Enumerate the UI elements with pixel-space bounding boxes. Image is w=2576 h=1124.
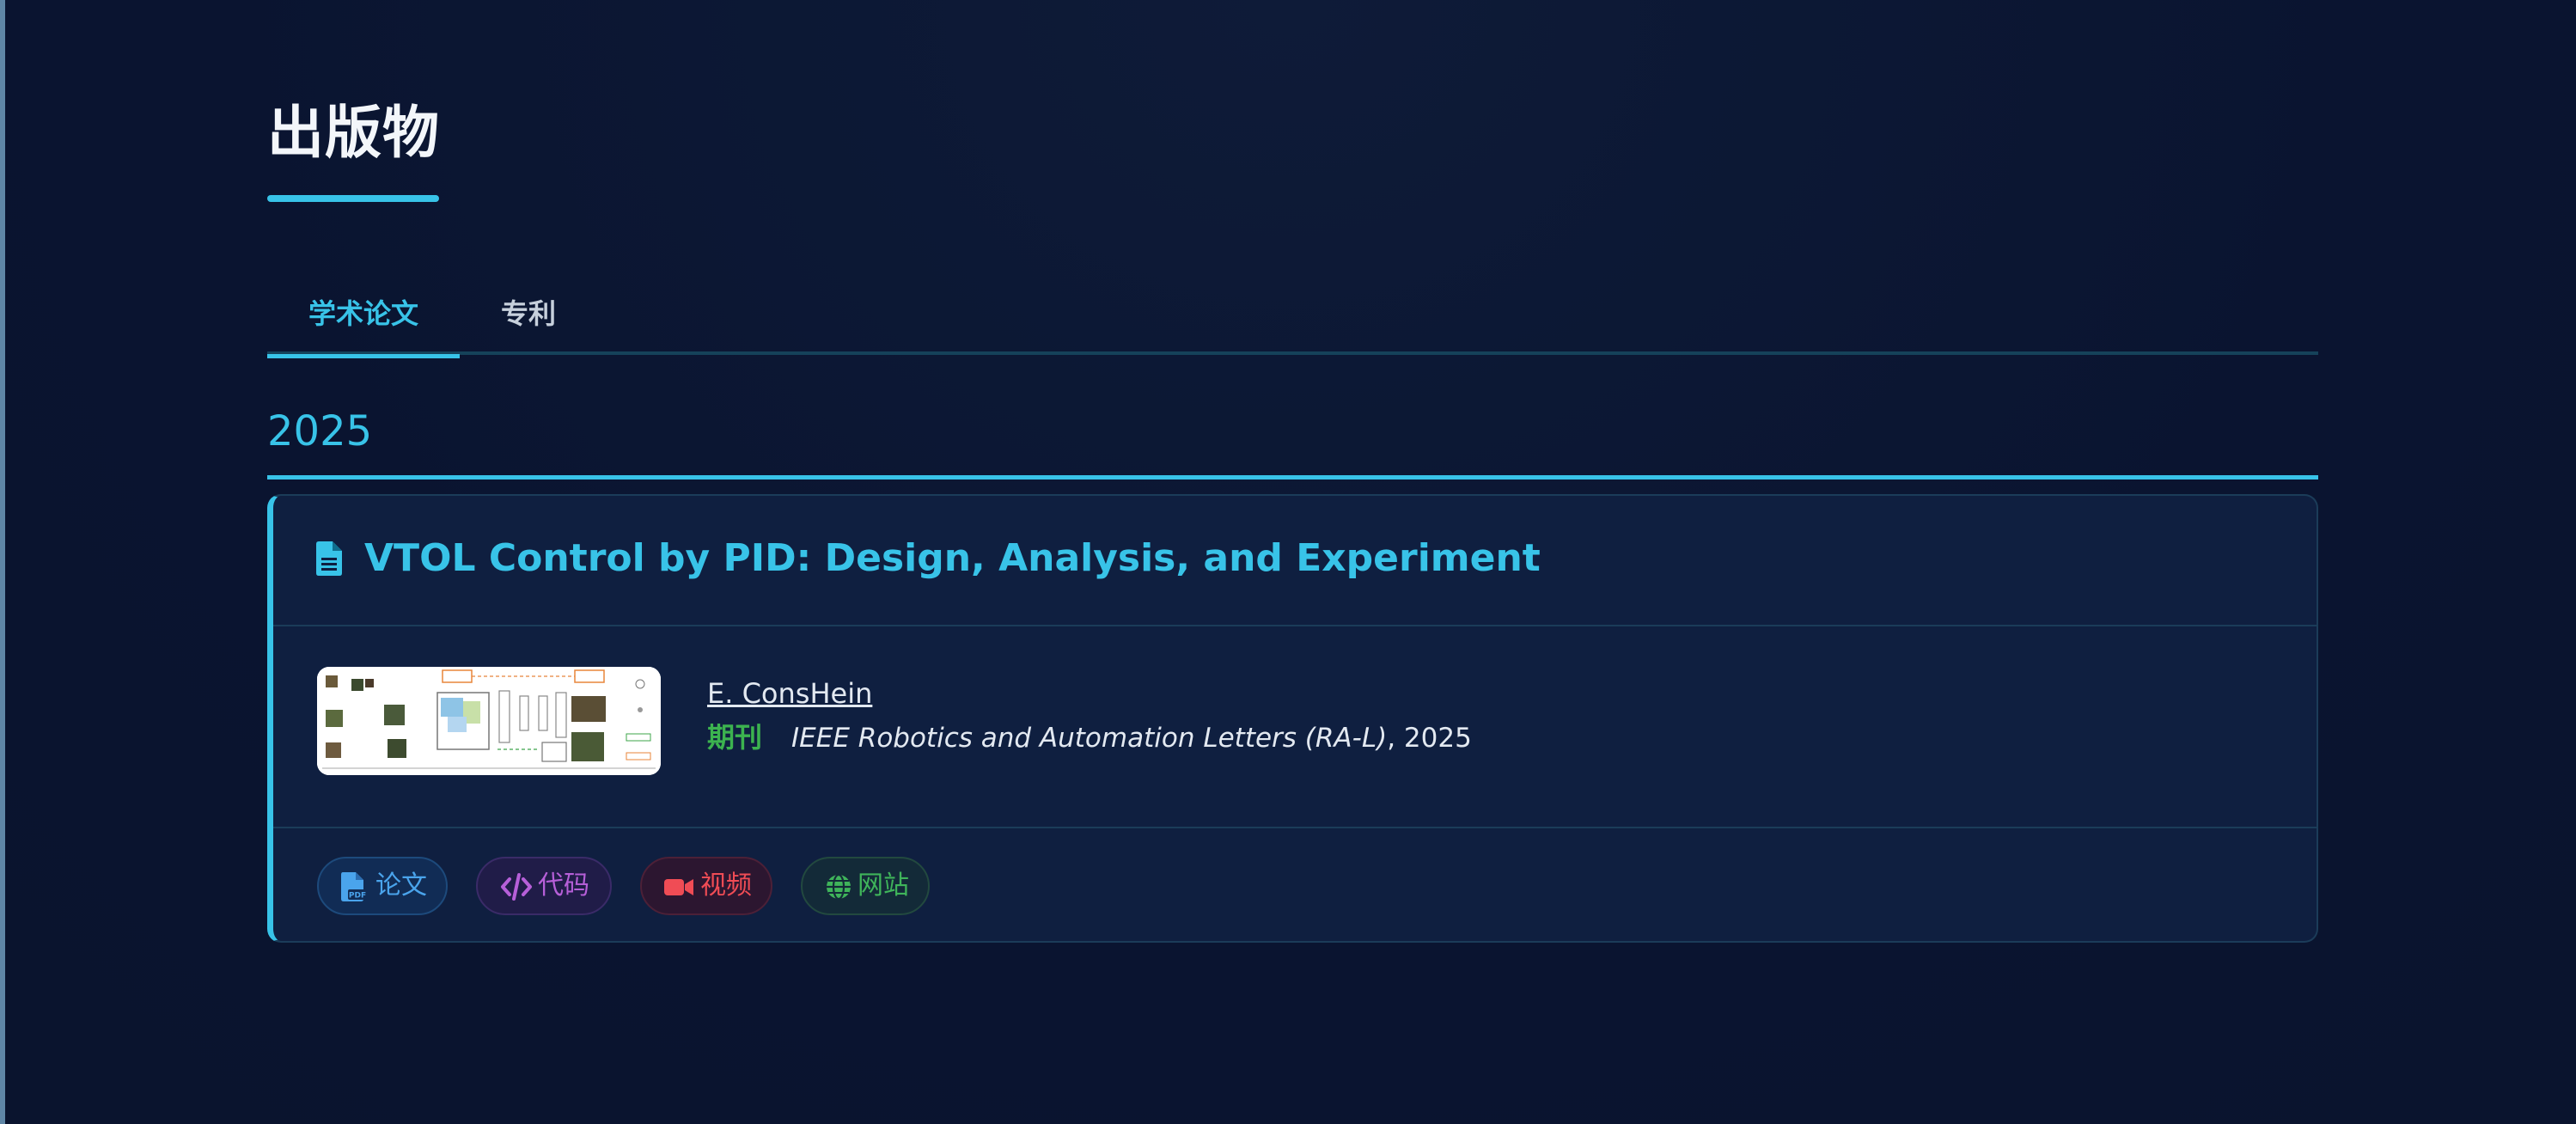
file-pdf-icon: PDF: [341, 872, 367, 901]
method-framework-diagram: [317, 667, 661, 775]
tab-patents[interactable]: 专利: [460, 279, 597, 355]
year-heading: 2025: [267, 407, 373, 455]
video-link-button[interactable]: 视频: [640, 857, 772, 915]
publication-venue-row: 期刊 IEEE Robotics and Automation Letters (…: [707, 718, 1472, 762]
document-icon: [316, 541, 342, 576]
website-link-label: 网站: [858, 870, 909, 901]
page-title: 出版物: [267, 100, 440, 166]
publication-author[interactable]: E. ConsHein: [707, 675, 872, 712]
paper-link-label: 论文: [375, 870, 427, 901]
code-link-button[interactable]: 代码: [476, 857, 612, 915]
publication-card-header: VTOL Control by PID: Design, Analysis, a…: [273, 496, 2317, 626]
globe-icon: [827, 873, 851, 901]
website-link-button[interactable]: 网站: [801, 857, 930, 915]
tab-papers[interactable]: 学术论文: [267, 279, 460, 358]
title-underline: [267, 195, 439, 202]
publication-card-body: E. ConsHein 期刊 IEEE Robotics and Automati…: [273, 626, 2317, 828]
paper-link-button[interactable]: PDF 论文: [317, 857, 448, 915]
code-link-label: 代码: [538, 870, 589, 901]
publication-links: PDF 论文 代码 视频 网站: [273, 828, 2317, 941]
video-link-label: 视频: [700, 870, 752, 901]
svg-text:PDF: PDF: [349, 892, 366, 901]
year-divider: [267, 475, 2318, 480]
publication-tabs: 学术论文 专利: [267, 279, 2318, 358]
publication-card: VTOL Control by PID: Design, Analysis, a…: [267, 494, 2318, 943]
publication-title[interactable]: VTOL Control by PID: Design, Analysis, a…: [364, 532, 1541, 585]
publication-thumbnail[interactable]: [317, 667, 661, 775]
venue-year: , 2025: [1387, 723, 1472, 754]
code-icon: [501, 873, 532, 901]
video-icon: [664, 879, 693, 895]
venue-name: IEEE Robotics and Automation Letters (RA…: [791, 723, 1388, 754]
venue-type-badge: 期刊: [707, 721, 763, 754]
